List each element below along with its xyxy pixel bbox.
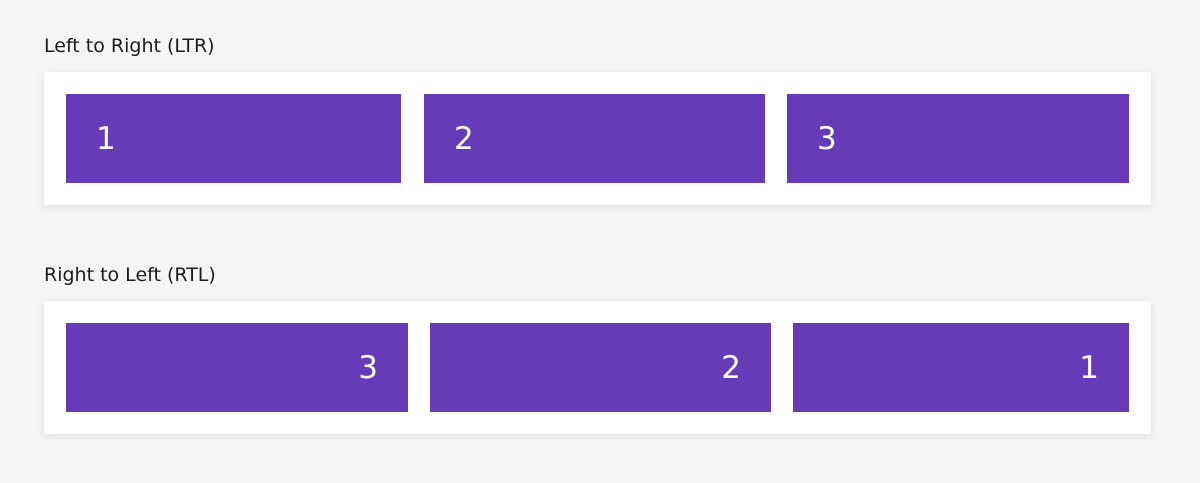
ltr-flex-item-3: 3 (787, 94, 1129, 183)
ltr-flex-container: 1 2 3 (44, 72, 1151, 205)
ltr-flex-item-2-label: 2 (454, 120, 474, 157)
ltr-flex-item-1-label: 1 (96, 120, 116, 157)
ltr-flex-item-1: 1 (66, 94, 401, 183)
ltr-flex-item-2: 2 (424, 94, 765, 183)
rtl-flex-item-1: 1 (793, 323, 1129, 412)
rtl-section-title: Right to Left (RTL) (44, 264, 216, 286)
rtl-flex-item-1-label: 1 (1079, 349, 1099, 386)
rtl-flex-item-2: 2 (430, 323, 771, 412)
rtl-flex-item-2-label: 2 (721, 349, 741, 386)
rtl-flex-item-3-label: 3 (358, 349, 378, 386)
ltr-flex-item-3-label: 3 (817, 120, 837, 157)
rtl-flex-item-3: 3 (66, 323, 408, 412)
rtl-flex-container: 1 2 3 (44, 301, 1151, 434)
ltr-section-title: Left to Right (LTR) (44, 35, 215, 57)
